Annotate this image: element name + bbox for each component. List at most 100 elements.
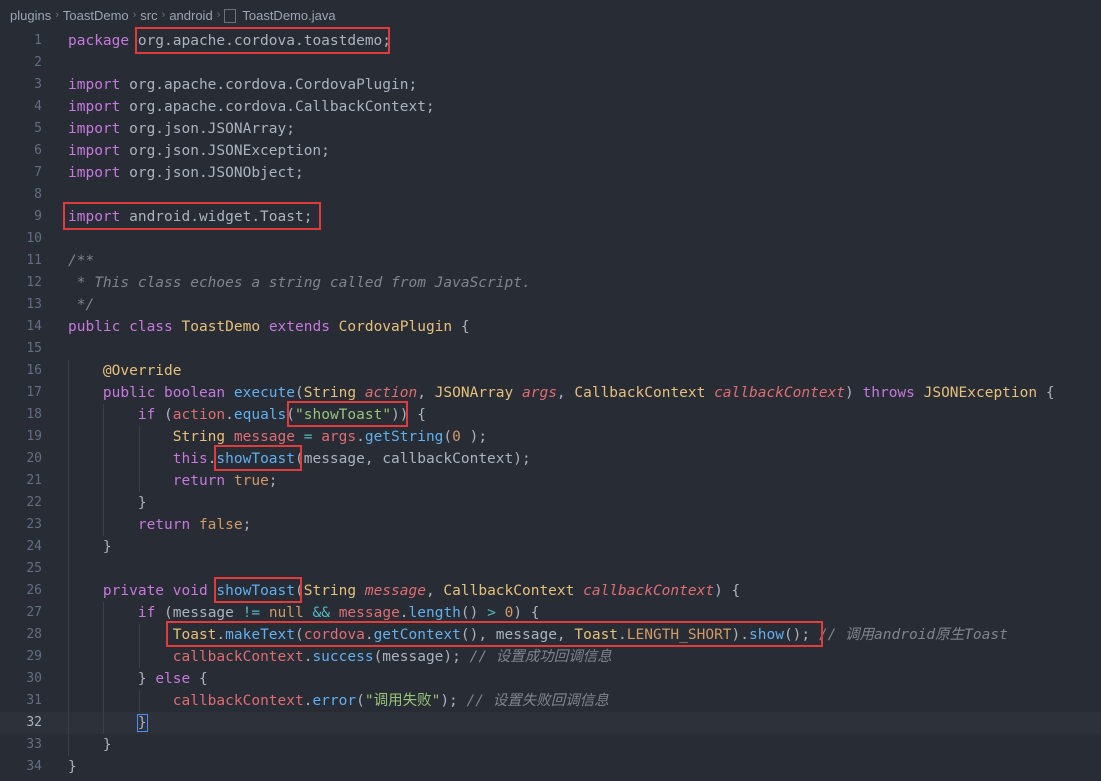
code-line[interactable]: 17 public boolean execute(String action,… <box>0 382 1101 404</box>
code-token: } <box>68 759 77 775</box>
code-line[interactable]: 30 } else { <box>0 668 1101 690</box>
code-token: (message); <box>373 649 470 665</box>
code-text: } <box>68 536 112 558</box>
line-number: 21 <box>26 473 42 488</box>
breadcrumb-item[interactable]: ToastDemo.java <box>242 8 335 23</box>
code-line[interactable]: 24 } <box>0 536 1101 558</box>
code-token: args <box>522 385 557 401</box>
code-text: public class ToastDemo extends CordovaPl… <box>68 316 470 338</box>
code-token: org.json.JSONException; <box>129 143 330 159</box>
code-token: public class <box>68 319 182 335</box>
code-line[interactable]: 23 return false; <box>0 514 1101 536</box>
code-text: String message = args.getString(0 ); <box>68 426 487 448</box>
code-line[interactable]: 3 import org.apache.cordova.CordovaPlugin… <box>0 74 1101 96</box>
code-token: // 设置成功回调信息 <box>469 649 612 665</box>
line-number: 26 <box>26 583 42 598</box>
indent-guide <box>103 602 104 734</box>
line-number: 13 <box>26 297 42 312</box>
code-line[interactable]: 10 <box>0 228 1101 250</box>
indent-guide <box>103 404 104 536</box>
code-line[interactable]: 19 String message = args.getString(0 ); <box>0 426 1101 448</box>
code-token: ) { <box>513 605 540 621</box>
code-token: import <box>68 99 130 115</box>
breadcrumb-item[interactable]: plugins <box>10 8 51 23</box>
code-text: @Override <box>68 360 182 382</box>
code-line[interactable]: 4 import org.apache.cordova.CallbackConte… <box>0 96 1101 118</box>
line-number: 8 <box>34 187 42 202</box>
code-line[interactable]: 8 <box>0 184 1101 206</box>
code-token: args <box>321 429 357 445</box>
code-line[interactable]: 1 package org.apache.cordova.toastdemo; <box>0 30 1101 52</box>
file-icon <box>224 9 237 23</box>
code-line[interactable]: 34} <box>0 756 1101 778</box>
line-number: 23 <box>26 517 42 532</box>
code-line[interactable]: 7 import org.json.JSONObject; <box>0 162 1101 184</box>
breadcrumb-item[interactable]: src <box>140 8 157 23</box>
code-line[interactable]: 5 import org.json.JSONArray; <box>0 118 1101 140</box>
code-token: /** <box>68 253 95 269</box>
code-line[interactable]: 25 <box>0 558 1101 580</box>
code-token: callbackContext <box>583 583 715 599</box>
code-line[interactable]: 18 if (action.equals("showToast")) { <box>0 404 1101 426</box>
code-token: package <box>68 33 138 49</box>
code-line[interactable]: 15 <box>0 338 1101 360</box>
code-line[interactable]: 22 } <box>0 492 1101 514</box>
code-token: ) <box>845 385 863 401</box>
code-token: ( <box>164 407 173 423</box>
breadcrumb-item[interactable]: android <box>169 8 212 23</box>
code-token: this <box>172 451 208 467</box>
code-editor[interactable]: 1 package org.apache.cordova.toastdemo; 2 3… <box>0 30 1101 781</box>
code-line[interactable]: 33 } <box>0 734 1101 756</box>
code-token: callbackContext <box>714 385 846 401</box>
code-token: android.widget.Toast; <box>129 209 313 225</box>
breadcrumb: plugins › ToastDemo › src › android › ToastDemo.… <box>0 0 1101 30</box>
line-number: 12 <box>26 275 42 290</box>
code-token: */ <box>68 297 95 313</box>
code-line[interactable]: 9 import android.widget.Toast; <box>0 206 1101 228</box>
code-token: } <box>68 737 112 753</box>
code-token: getContext <box>373 627 461 643</box>
breadcrumb-item[interactable]: ToastDemo <box>63 8 129 23</box>
code-line[interactable]: 32 } <box>0 712 1101 734</box>
code-token: null <box>268 605 313 621</box>
code-line[interactable]: 27 if (message != null && message.length… <box>0 602 1101 624</box>
code-token: action <box>172 407 226 423</box>
code-token: showToast <box>216 451 295 467</box>
code-text: import org.apache.cordova.CordovaPlugin; <box>68 74 417 96</box>
code-line[interactable]: 6 import org.json.JSONException; <box>0 140 1101 162</box>
code-token: message <box>338 605 400 621</box>
code-token: import <box>68 209 130 225</box>
code-text: } <box>68 734 112 756</box>
code-line[interactable]: 14 public class ToastDemo extends Cordova… <box>0 316 1101 338</box>
line-number: 32 <box>26 715 42 730</box>
code-line[interactable]: 28 Toast.makeText(cordova.getContext(), … <box>0 624 1101 646</box>
code-token: JSONArray <box>434 385 522 401</box>
code-line[interactable]: 29 callbackContext.success(message); // … <box>0 646 1101 668</box>
code-token: (), message, <box>460 627 575 643</box>
code-line[interactable]: 12 * This class echoes a string called f… <box>0 272 1101 294</box>
code-text: this.showToast(message, callbackContext)… <box>68 448 531 470</box>
code-text: } <box>68 712 148 734</box>
code-line[interactable]: 11 /** <box>0 250 1101 272</box>
code-text: } else { <box>68 668 208 690</box>
code-line[interactable]: 20 this.showToast(message, callbackConte… <box>0 448 1101 470</box>
code-line[interactable]: 26 private void showToast(String message… <box>0 580 1101 602</box>
code-token: org.json.JSONArray; <box>129 121 295 137</box>
code-token: ( <box>295 583 304 599</box>
code-token: true <box>233 473 269 489</box>
code-line[interactable]: 13 */ <box>0 294 1101 316</box>
chevron-right-icon: › <box>132 9 137 21</box>
code-line[interactable]: 16 @Override <box>0 360 1101 382</box>
code-token: , <box>556 385 575 401</box>
code-line[interactable]: 2 <box>0 52 1101 74</box>
code-token: callbackContext <box>172 649 304 665</box>
code-token: org.apache.cordova.toastdemo; <box>137 33 392 49</box>
code-line[interactable]: 21 return true; <box>0 470 1101 492</box>
code-line[interactable]: 31 callbackContext.error("调用失败"); // 设置失… <box>0 690 1101 712</box>
